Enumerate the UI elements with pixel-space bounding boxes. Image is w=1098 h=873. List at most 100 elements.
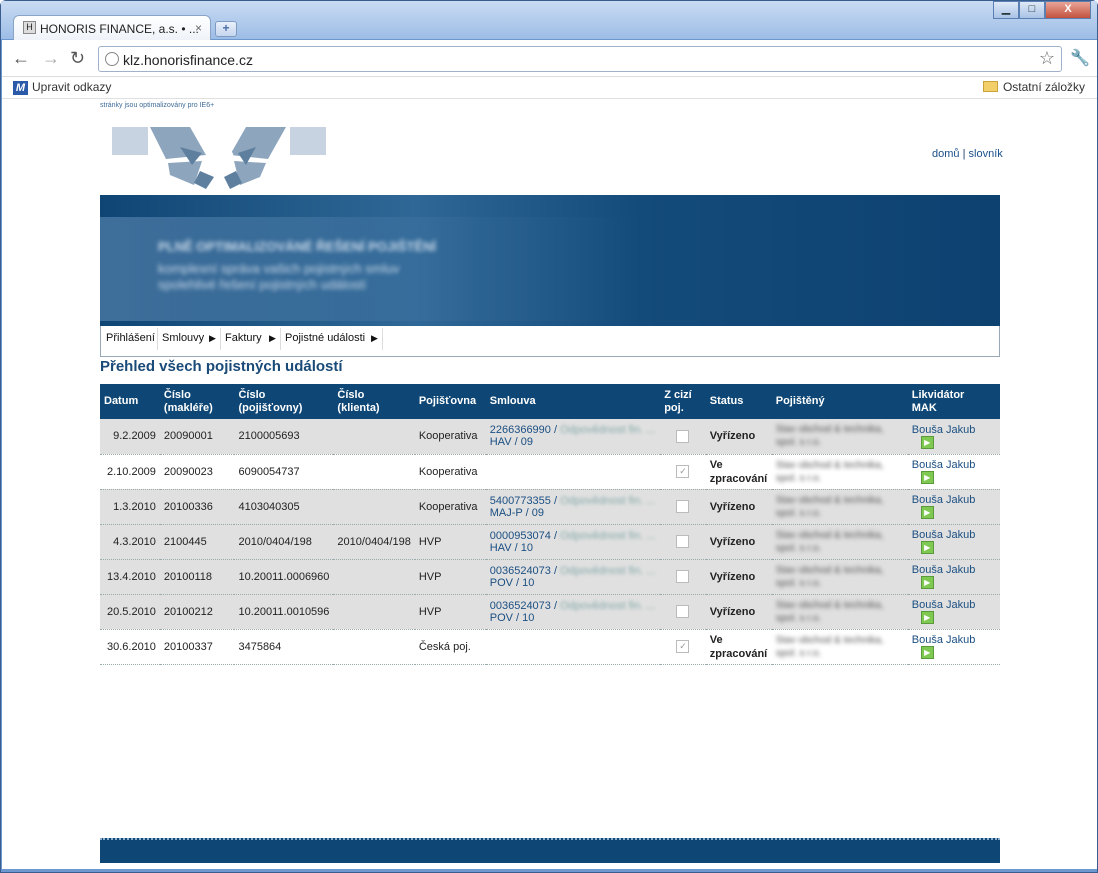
checkbox-icon[interactable] (676, 605, 690, 618)
home-link[interactable]: domů (932, 148, 960, 160)
col-smlouva[interactable]: Smlouva (485, 384, 661, 419)
col-cislo-maklere[interactable]: Číslo (makléře) (159, 384, 235, 419)
checkbox-icon[interactable]: ✓ (676, 640, 690, 653)
cell-pojistovna: HVP (414, 594, 486, 630)
table-row[interactable]: 9.2.2009 20090001 2100005693 Kooperativa… (100, 419, 1000, 455)
browser-tab[interactable]: H HONORIS FINANCE, a.s. • ... × (13, 15, 211, 41)
cell-cislo-maklere: 20100212 (159, 594, 235, 630)
menu-item-invoices[interactable]: Faktury (225, 332, 262, 344)
maximize-button[interactable]: □ (1019, 1, 1045, 19)
play-arrow-icon[interactable]: ▶ (920, 506, 934, 519)
globe-icon (105, 52, 119, 66)
col-datum[interactable]: Datum (100, 384, 160, 419)
other-bookmarks[interactable]: Ostatní záložky (982, 80, 1085, 94)
play-arrow-icon[interactable]: ▶ (920, 435, 934, 449)
cell-cislo-maklere: 2100445 (159, 524, 235, 560)
reload-icon[interactable]: ↻ (70, 48, 85, 69)
cell-status: Vyřízeno (705, 594, 772, 630)
col-likvidator[interactable]: Likvidátor MAK (907, 384, 1000, 419)
play-arrow-icon[interactable]: ▶ (920, 471, 934, 484)
checkbox-icon[interactable] (676, 535, 690, 548)
menu-divider (157, 328, 158, 350)
cell-cislo-klienta (333, 489, 415, 525)
bookmark-label: Upravit odkazy (32, 80, 112, 94)
play-arrow-icon[interactable]: ▶ (920, 576, 934, 589)
table-row[interactable]: 30.6.2010 20100337 3475864 Česká poj. ✓ … (100, 629, 1000, 665)
banner-text-line-2: komplexní správa vašich pojistných smluv (158, 261, 400, 276)
cell-cislo-pojistovny: 2100005693 (234, 419, 334, 455)
col-status[interactable]: Status (705, 384, 772, 419)
cell-cislo-pojistovny: 3475864 (234, 629, 334, 665)
cell-pojisteny: Stav obchod & technika, spol. s r.o. (771, 454, 908, 490)
forward-arrow-icon[interactable]: → (42, 48, 60, 69)
table-row[interactable]: 13.4.2010 20100118 10.20011.0006960 HVP … (100, 559, 1000, 595)
likvidator-link[interactable]: Bouša Jakub (912, 564, 976, 576)
cell-likvidator: Bouša Jakub▶ (907, 559, 1000, 595)
table-row[interactable]: 20.5.2010 20100212 10.20011.0010596 HVP … (100, 594, 1000, 630)
menu-arrow-icon: ▶ (209, 333, 216, 343)
tab-title: HONORIS FINANCE, a.s. • ... (40, 22, 199, 36)
menu-item-login[interactable]: Přihlášení (106, 332, 155, 344)
contract-link[interactable]: 0036524073 / Odpovědnost fin. ... POV / 1… (490, 600, 656, 624)
cell-pojistovna: HVP (414, 524, 486, 560)
contract-link[interactable]: 2266366990 / Odpovědnost fin. ... HAV / 0… (490, 424, 656, 448)
back-arrow-icon[interactable]: ← (12, 48, 30, 69)
likvidator-link[interactable]: Bouša Jakub (912, 529, 976, 541)
likvidator-link[interactable]: Bouša Jakub (912, 459, 976, 471)
new-tab-button[interactable]: + (215, 21, 237, 37)
table-row[interactable]: 1.3.2010 20100336 4103040305 Kooperativa… (100, 489, 1000, 525)
cell-cislo-klienta: 2010/0404/198 (333, 524, 415, 560)
tab-close-icon[interactable]: × (195, 21, 202, 35)
cell-pojistovna: Kooperativa (414, 419, 486, 455)
contract-link[interactable]: 0000953074 / Odpovědnost fin. ... HAV / 1… (490, 530, 656, 554)
play-arrow-icon[interactable]: ▶ (920, 541, 934, 554)
checkbox-icon[interactable] (676, 570, 690, 583)
col-pojistovna[interactable]: Pojišťovna (414, 384, 486, 419)
checkbox-icon[interactable]: ✓ (676, 465, 690, 478)
cell-pojistovna: Kooperativa (414, 454, 486, 490)
table-body: 9.2.2009 20090001 2100005693 Kooperativa… (100, 419, 1000, 665)
col-cislo-pojistovny[interactable]: Číslo (pojišťovny) (234, 384, 334, 419)
cell-pojisteny: Stav obchod & technika, spol. s r.o. (771, 629, 908, 665)
checkbox-icon[interactable] (676, 500, 690, 513)
table-row[interactable]: 4.3.2010 2100445 2010/0404/198 2010/0404… (100, 524, 1000, 560)
minimize-button[interactable]: ▁ (993, 1, 1019, 19)
bookmark-upravit-odkazy[interactable]: M Upravit odkazy (13, 80, 111, 95)
likvidator-link[interactable]: Bouša Jakub (912, 599, 976, 611)
cell-datum: 2.10.2009 (100, 454, 160, 490)
col-pojisteny[interactable]: Pojištěný (771, 384, 908, 419)
col-z-cizi-poj[interactable]: Z cizí poj. (660, 384, 706, 419)
close-window-button[interactable]: X (1045, 1, 1091, 19)
cell-likvidator: Bouša Jakub▶ (907, 629, 1000, 665)
likvidator-link[interactable]: Bouša Jakub (912, 494, 976, 506)
bookmark-m-icon: M (13, 81, 28, 95)
play-arrow-icon[interactable]: ▶ (920, 611, 934, 624)
menu-item-contracts[interactable]: Smlouvy (162, 332, 204, 344)
bookmark-star-icon[interactable]: ☆ (1039, 48, 1055, 69)
col-cislo-klienta[interactable]: Číslo (klienta) (333, 384, 415, 419)
cell-z-cizi-poj (660, 594, 706, 630)
menu-item-claims[interactable]: Pojistné události (285, 332, 365, 344)
address-bar[interactable]: klz.honorisfinance.cz ☆ (98, 46, 1062, 72)
cell-cislo-maklere: 20100336 (159, 489, 235, 525)
cell-smlouva: 0036524073 / Odpovědnost fin. ... POV / 1… (485, 559, 661, 595)
site-favicon-icon: H (23, 21, 36, 34)
cell-pojisteny: Stav obchod & technika, spol. s r.o. (771, 489, 908, 525)
title-bar: H HONORIS FINANCE, a.s. • ... × + ▁ □ X (1, 1, 1097, 41)
menu-arrow-icon: ▶ (269, 333, 276, 343)
wrench-icon[interactable]: 🔧 (1070, 48, 1090, 68)
contract-link[interactable]: 5400773355 / Odpovědnost fin. ... MAJ-P /… (490, 495, 656, 519)
page-title: Přehled všech pojistných událostí (100, 358, 343, 375)
dictionary-link[interactable]: slovník (969, 148, 1003, 160)
checkbox-icon[interactable] (676, 429, 690, 443)
cell-cislo-pojistovny: 10.20011.0010596 (234, 594, 334, 630)
cell-datum: 9.2.2009 (100, 419, 160, 455)
play-arrow-icon[interactable]: ▶ (920, 646, 934, 659)
page-content: stránky jsou optimalizovány pro IE6+ dom… (2, 99, 1097, 869)
contract-link[interactable]: 0036524073 / Odpovědnost fin. ... POV / 1… (490, 565, 656, 589)
cell-datum: 30.6.2010 (100, 629, 160, 665)
likvidator-link[interactable]: Bouša Jakub (912, 634, 976, 646)
table-row[interactable]: 2.10.2009 20090023 6090054737 Kooperativ… (100, 454, 1000, 490)
likvidator-link[interactable]: Bouša Jakub (912, 424, 976, 436)
cell-smlouva: 2266366990 / Odpovědnost fin. ... HAV / 0… (485, 419, 661, 455)
